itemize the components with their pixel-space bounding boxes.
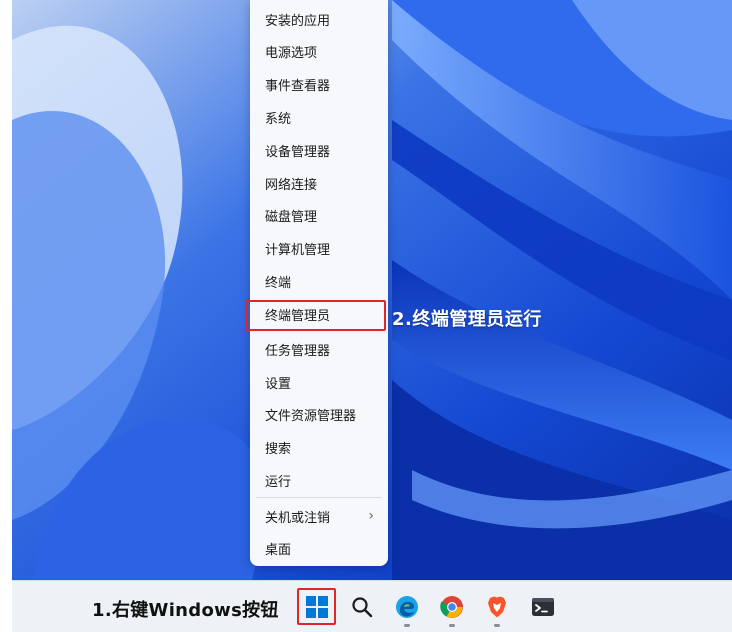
menu-item-settings[interactable]: 设置 [250, 368, 388, 396]
screenshot-frame: 安装的应用 电源选项 事件查看器 系统 设备管理器 网络连接 磁盘管理 计算机管… [12, 0, 732, 632]
menu-item-power-options[interactable]: 电源选项 [250, 37, 388, 65]
menu-separator [256, 497, 382, 498]
taskbar: 1.右键Windows按钮 [12, 580, 732, 632]
edge-browser-icon[interactable] [393, 593, 421, 621]
chevron-right-icon: › [368, 508, 374, 524]
search-icon[interactable] [348, 593, 376, 621]
highlight-box-terminal-admin [245, 300, 386, 331]
brave-browser-icon[interactable] [483, 593, 511, 621]
running-indicator [404, 624, 410, 627]
running-indicator [449, 624, 455, 627]
menu-item-file-explorer[interactable]: 文件资源管理器 [250, 400, 388, 428]
menu-item-device-manager[interactable]: 设备管理器 [250, 136, 388, 164]
menu-item-desktop[interactable]: 桌面 [250, 534, 388, 562]
menu-item-task-manager[interactable]: 任务管理器 [250, 335, 388, 363]
menu-item-disk-management[interactable]: 磁盘管理 [250, 201, 388, 229]
annotation-step-2: 2.终端管理员运行 [392, 309, 542, 330]
winx-context-menu: 安装的应用 电源选项 事件查看器 系统 设备管理器 网络连接 磁盘管理 计算机管… [250, 0, 388, 566]
menu-item-computer-management[interactable]: 计算机管理 [250, 234, 388, 262]
menu-item-system[interactable]: 系统 [250, 103, 388, 131]
terminal-icon[interactable] [529, 593, 557, 621]
menu-item-event-viewer[interactable]: 事件查看器 [250, 70, 388, 98]
menu-item-shutdown-signout[interactable]: 关机或注销 › [250, 502, 388, 530]
menu-item-network-connections[interactable]: 网络连接 [250, 169, 388, 197]
menu-item-search[interactable]: 搜索 [250, 433, 388, 461]
menu-item-installed-apps[interactable]: 安装的应用 [250, 5, 388, 33]
running-indicator [494, 624, 500, 627]
annotation-step-1: 1.右键Windows按钮 [92, 600, 279, 621]
highlight-box-start [297, 588, 336, 625]
menu-item-terminal[interactable]: 终端 [250, 267, 388, 295]
menu-item-run[interactable]: 运行 [250, 466, 388, 494]
chrome-browser-icon[interactable] [438, 593, 466, 621]
